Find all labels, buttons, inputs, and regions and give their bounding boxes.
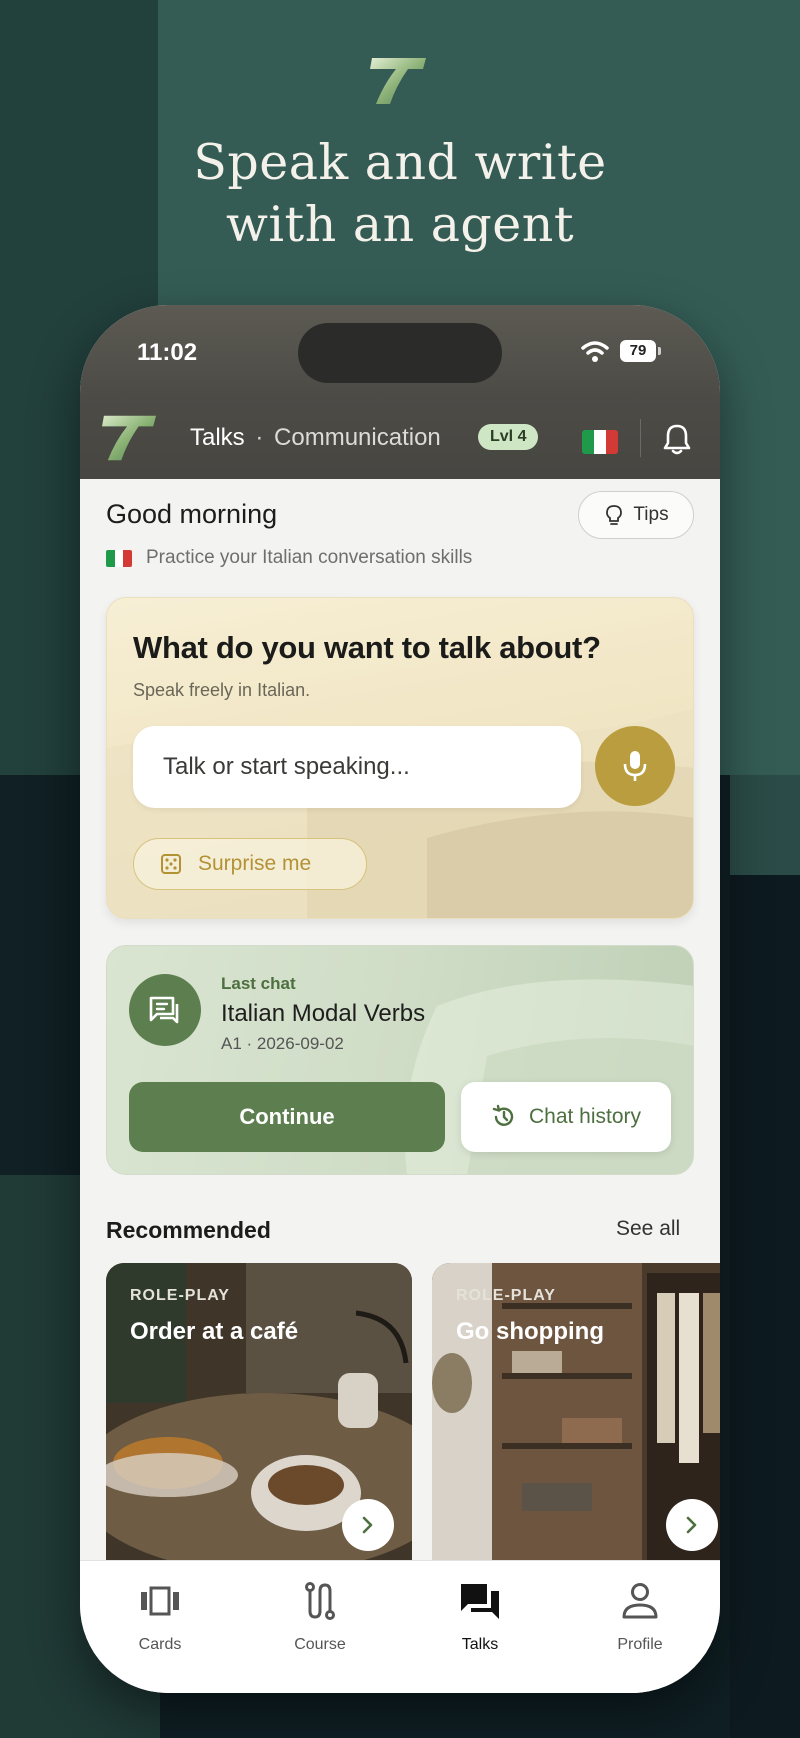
talk-prompt-card: What do you want to talk about? Speak fr…	[106, 597, 694, 919]
dice-icon	[161, 854, 181, 874]
tab-cards[interactable]: Cards	[80, 1561, 240, 1693]
tab-label: Profile	[617, 1636, 663, 1653]
surprise-me-label: Surprise me	[198, 852, 312, 875]
last-chat-title: Italian Modal Verbs	[221, 1000, 426, 1027]
chevron-right-icon	[362, 1516, 373, 1534]
tab-bar: Cards Course Talks Profile	[80, 1560, 720, 1693]
tips-button[interactable]: Tips	[578, 491, 694, 539]
see-all-link[interactable]: See all	[616, 1217, 680, 1241]
recommended-name: Order at a café	[130, 1318, 299, 1345]
recommended-card[interactable]: ROLE-PLAY Go shopping	[432, 1263, 720, 1563]
recommended-card[interactable]: ROLE-PLAY Order at a café	[106, 1263, 412, 1563]
recommended-type: ROLE-PLAY	[456, 1287, 556, 1304]
marketing-headline: Speak and write with an agent	[0, 132, 800, 256]
headline-line-1: Speak and write	[193, 134, 607, 191]
open-card-button[interactable]	[666, 1499, 718, 1551]
practice-row: Practice your Italian conversation skill…	[106, 547, 472, 569]
tab-label: Cards	[138, 1636, 182, 1653]
dynamic-island	[298, 323, 502, 383]
history-icon	[492, 1104, 514, 1126]
app-title-subtitle: Communication	[274, 424, 441, 451]
app-title-separator: ·	[255, 424, 264, 451]
battery-indicator: 79	[620, 340, 661, 362]
bell-icon[interactable]	[662, 423, 692, 455]
cards-icon	[141, 1586, 179, 1616]
headline-line-2: with an agent	[225, 196, 575, 253]
talk-card-title: What do you want to talk about?	[133, 630, 601, 665]
chat-bubble-icon	[149, 996, 179, 1024]
continue-button[interactable]: Continue	[129, 1082, 445, 1152]
background-block	[730, 775, 800, 875]
last-chat-card: Last chat Italian Modal Verbs A1 · 2026-…	[106, 945, 694, 1175]
tab-course[interactable]: Course	[240, 1561, 400, 1693]
tab-label: Talks	[461, 1636, 499, 1653]
chat-history-button[interactable]: Chat history	[461, 1082, 671, 1152]
course-path-icon	[305, 1582, 335, 1620]
chat-avatar	[129, 974, 201, 1046]
chat-history-label: Chat history	[528, 1105, 642, 1128]
italian-flag-icon	[106, 549, 132, 567]
talk-card-subtitle: Speak freely in Italian.	[133, 680, 311, 700]
chevron-right-icon	[686, 1516, 697, 1534]
tab-profile[interactable]: Profile	[560, 1561, 720, 1693]
app-title-main: Talks	[190, 424, 245, 451]
microphone-icon	[623, 751, 647, 781]
surprise-me-button[interactable]: Surprise me	[133, 838, 367, 890]
tab-label: Course	[294, 1636, 346, 1653]
status-time: 11:02	[137, 339, 198, 366]
app-logo[interactable]	[102, 413, 158, 463]
last-chat-label: Last chat	[221, 974, 296, 993]
last-chat-meta: A1 · 2026-09-02	[221, 1034, 344, 1053]
lightbulb-icon	[606, 505, 623, 525]
microphone-button[interactable]	[595, 726, 675, 806]
level-badge: Lvl 4	[478, 424, 539, 450]
greeting: Good morning	[106, 499, 278, 529]
background-block	[730, 875, 800, 1738]
italian-flag-icon[interactable]	[582, 430, 618, 454]
tips-label: Tips	[633, 504, 669, 525]
tab-talks[interactable]: Talks	[400, 1561, 560, 1693]
divider	[640, 419, 641, 457]
app-bar: Talks · Communication Lvl 4	[80, 397, 720, 479]
talk-input[interactable]	[133, 726, 581, 808]
recommended-type: ROLE-PLAY	[130, 1287, 230, 1304]
status-bar: 11:02 79	[80, 305, 720, 397]
chat-bubbles-icon	[461, 1584, 499, 1619]
practice-text: Practice your Italian conversation skill…	[146, 547, 473, 568]
recommended-name: Go shopping	[456, 1318, 604, 1345]
person-icon	[622, 1583, 658, 1619]
wifi-icon	[581, 341, 609, 362]
brand-logo	[370, 58, 426, 104]
recommended-title: Recommended	[106, 1217, 271, 1243]
app-title: Talks · Communication	[190, 424, 441, 452]
open-card-button[interactable]	[342, 1499, 394, 1551]
phone-frame: 11:02 79 Talks · Communication Lvl 4 Goo…	[80, 305, 720, 1693]
